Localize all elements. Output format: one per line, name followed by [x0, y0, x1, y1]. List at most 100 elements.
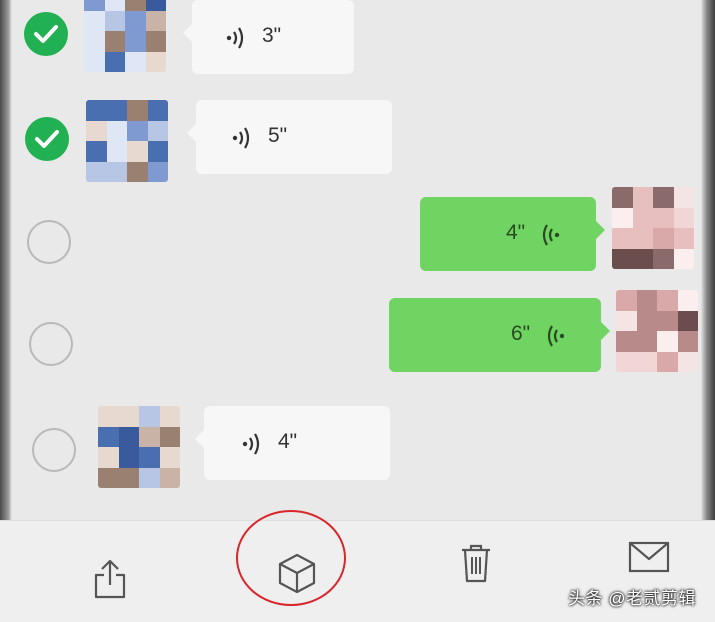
- avatar-mosaic-tile: [125, 10, 146, 31]
- contact-avatar[interactable]: [84, 0, 166, 72]
- checkmark-icon: [35, 130, 59, 148]
- avatar-mosaic-tile: [118, 406, 139, 427]
- voice-message-bubble[interactable]: 3": [183, 0, 354, 74]
- message-select-checkbox[interactable]: [29, 322, 73, 366]
- avatar-mosaic-tile: [125, 0, 146, 11]
- voice-message-bubble[interactable]: 4": [420, 197, 605, 271]
- avatar-mosaic-tile: [104, 0, 125, 11]
- voice-duration: 5": [268, 124, 288, 147]
- avatar-mosaic-tile: [677, 331, 698, 352]
- avatar-mosaic-tile: [118, 426, 139, 447]
- avatar-mosaic-tile: [636, 331, 657, 352]
- avatar-mosaic-tile: [612, 207, 633, 228]
- avatar-mosaic-tile: [147, 141, 168, 162]
- avatar-mosaic-tile: [145, 51, 166, 72]
- avatar-mosaic-tile: [632, 207, 653, 228]
- mail-icon[interactable]: [628, 541, 670, 573]
- contact-avatar[interactable]: [86, 100, 168, 182]
- avatar-mosaic-tile: [127, 100, 148, 121]
- avatar-mosaic-tile: [86, 141, 107, 162]
- avatar-mosaic-tile: [104, 31, 125, 52]
- avatar-mosaic-tile: [673, 248, 694, 269]
- avatar-mosaic-tile: [657, 310, 678, 331]
- avatar-mosaic-tile: [106, 161, 127, 182]
- watermark-text: 头条 @老贰剪辑: [568, 589, 696, 608]
- avatar-mosaic-tile: [84, 31, 105, 52]
- avatar-mosaic-tile: [632, 248, 653, 269]
- avatar-mosaic-tile: [657, 290, 678, 311]
- avatar-mosaic-tile: [127, 120, 148, 141]
- avatar-mosaic-tile: [673, 228, 694, 249]
- message-select-checkbox[interactable]: [25, 117, 69, 161]
- avatar-mosaic-tile: [127, 141, 148, 162]
- avatar-mosaic-tile: [127, 161, 148, 182]
- avatar-mosaic-tile: [677, 310, 698, 331]
- voice-wave-icon: [242, 433, 260, 455]
- avatar-mosaic-tile: [616, 310, 637, 331]
- avatar-mosaic-tile: [98, 406, 119, 427]
- avatar-mosaic-tile: [86, 161, 107, 182]
- avatar-mosaic-tile: [145, 0, 166, 11]
- avatar-mosaic-tile: [147, 100, 168, 121]
- avatar-mosaic-tile: [616, 331, 637, 352]
- avatar-mosaic-tile: [139, 447, 160, 468]
- avatar-mosaic-tile: [653, 228, 674, 249]
- avatar-mosaic-tile: [159, 426, 180, 447]
- avatar-mosaic-tile: [616, 290, 637, 311]
- voice-duration: 3": [262, 24, 282, 47]
- avatar-mosaic-tile: [118, 447, 139, 468]
- avatar-mosaic-tile: [86, 100, 107, 121]
- avatar-mosaic-tile: [653, 248, 674, 269]
- avatar-mosaic-tile: [653, 207, 674, 228]
- message-select-checkbox[interactable]: [32, 428, 76, 472]
- avatar-mosaic-tile: [106, 100, 127, 121]
- highlight-circle-annotation: [236, 510, 346, 606]
- voice-message-bubble[interactable]: 4": [195, 406, 390, 480]
- avatar-mosaic-tile: [106, 141, 127, 162]
- voice-message-bubble[interactable]: 6": [389, 298, 610, 372]
- avatar-mosaic-tile: [612, 228, 633, 249]
- avatar-mosaic-tile: [84, 51, 105, 72]
- avatar-mosaic-tile: [612, 187, 633, 208]
- avatar-mosaic-tile: [104, 10, 125, 31]
- share-icon[interactable]: [92, 557, 128, 601]
- voice-duration: 6": [511, 322, 531, 345]
- avatar-mosaic-tile: [616, 351, 637, 372]
- avatar-mosaic-tile: [677, 290, 698, 311]
- voice-wave-icon: [226, 27, 244, 49]
- avatar-mosaic-tile: [106, 120, 127, 141]
- avatar-mosaic-tile: [147, 120, 168, 141]
- avatar-mosaic-tile: [84, 10, 105, 31]
- avatar-mosaic-tile: [98, 467, 119, 488]
- voice-duration: 4": [506, 221, 526, 244]
- avatar-mosaic-tile: [139, 406, 160, 427]
- voice-duration: 4": [278, 430, 298, 453]
- avatar-mosaic-tile: [139, 426, 160, 447]
- avatar-mosaic-tile: [145, 10, 166, 31]
- avatar-mosaic-tile: [636, 290, 657, 311]
- chat-message-list[interactable]: 3" 5" 4" 6" 4": [0, 0, 715, 520]
- my-avatar[interactable]: [612, 187, 694, 269]
- avatar-mosaic-tile: [104, 51, 125, 72]
- avatar-mosaic-tile: [673, 187, 694, 208]
- checkmark-icon: [34, 25, 58, 43]
- my-avatar[interactable]: [616, 290, 698, 372]
- message-select-checkbox[interactable]: [24, 12, 68, 56]
- voice-wave-icon: [547, 325, 565, 347]
- message-select-checkbox[interactable]: [27, 220, 71, 264]
- avatar-mosaic-tile: [98, 426, 119, 447]
- avatar-mosaic-tile: [677, 351, 698, 372]
- voice-message-bubble[interactable]: 5": [187, 100, 392, 174]
- avatar-mosaic-tile: [125, 51, 146, 72]
- avatar-mosaic-tile: [632, 228, 653, 249]
- avatar-mosaic-tile: [125, 31, 146, 52]
- avatar-mosaic-tile: [612, 248, 633, 269]
- avatar-mosaic-tile: [636, 351, 657, 372]
- avatar-mosaic-tile: [159, 467, 180, 488]
- avatar-mosaic-tile: [147, 161, 168, 182]
- contact-avatar[interactable]: [98, 406, 180, 488]
- avatar-mosaic-tile: [86, 120, 107, 141]
- voice-wave-icon: [542, 224, 560, 246]
- avatar-mosaic-tile: [84, 0, 105, 11]
- trash-icon[interactable]: [458, 543, 494, 585]
